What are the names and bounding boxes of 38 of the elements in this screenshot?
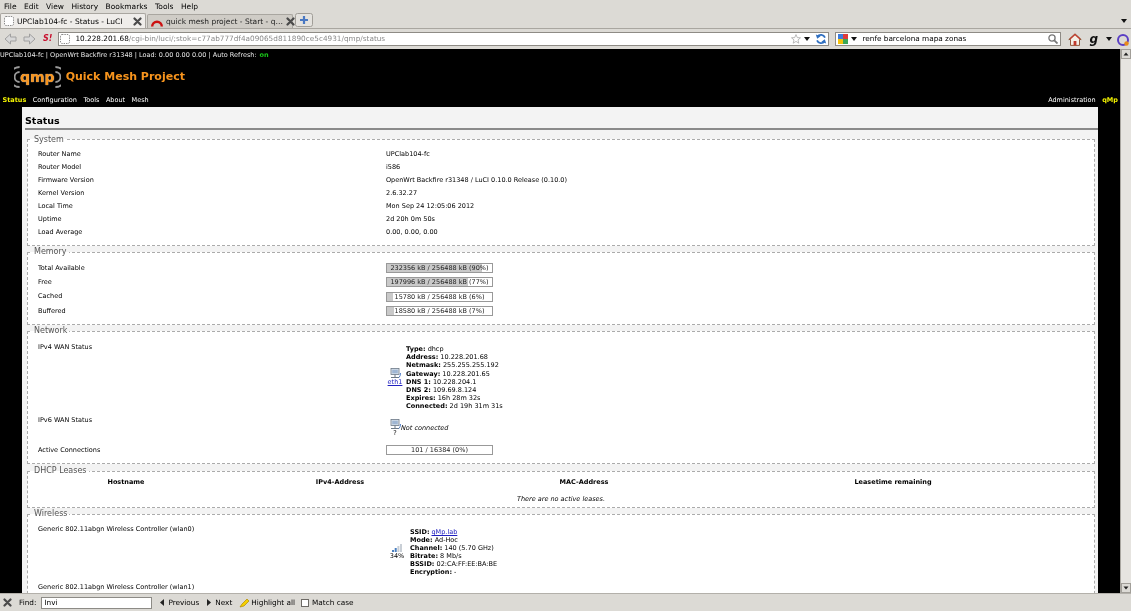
radio-waves-icon: [14, 66, 20, 88]
left-triangle-icon: [160, 599, 165, 606]
section-legend: System: [32, 134, 66, 145]
app-icon[interactable]: [1117, 32, 1129, 46]
close-icon[interactable]: [3, 598, 12, 607]
checkbox[interactable]: [301, 598, 310, 607]
section-legend: DHCP Leases: [32, 466, 89, 477]
close-icon[interactable]: [286, 17, 295, 26]
right-triangle-icon: [207, 599, 212, 606]
section-legend: Memory: [32, 247, 69, 257]
dropdown-caret-icon[interactable]: [804, 37, 811, 41]
section-legend: Network: [32, 326, 70, 337]
section-legend: Wireless: [32, 509, 70, 520]
dropdown-caret-icon[interactable]: [1121, 18, 1127, 23]
page-heading: Status: [25, 115, 60, 126]
logo-text: qmp: [20, 68, 55, 86]
search-icon[interactable]: [1048, 34, 1059, 44]
dropdown-caret-icon[interactable]: [1106, 37, 1112, 41]
toolbar-button[interactable]: g: [1089, 33, 1098, 45]
plus-icon[interactable]: [295, 13, 313, 27]
close-icon[interactable]: [133, 16, 142, 26]
computer-icon: [389, 419, 401, 430]
dropdown-caret-icon[interactable]: [851, 37, 858, 41]
reload-icon[interactable]: [815, 33, 828, 45]
computer-icon: [389, 368, 401, 379]
highlighter-icon: [239, 597, 251, 608]
colored-tiles-icon[interactable]: [838, 34, 849, 44]
blank-page-icon: [60, 34, 71, 44]
bookmark-star-icon[interactable]: [791, 34, 802, 44]
scroll-down-icon[interactable]: [1121, 583, 1131, 593]
scroll-up-icon[interactable]: [1121, 49, 1131, 59]
scrollbar[interactable]: [1120, 49, 1131, 593]
addon-button[interactable]: S!: [43, 34, 53, 44]
signal-bars-icon: [392, 544, 402, 553]
radio-waves-icon: [54, 66, 61, 88]
blank-page-icon: [4, 16, 14, 26]
home-icon[interactable]: [1068, 32, 1083, 46]
site-title: Quick Mesh Project: [65, 70, 185, 84]
